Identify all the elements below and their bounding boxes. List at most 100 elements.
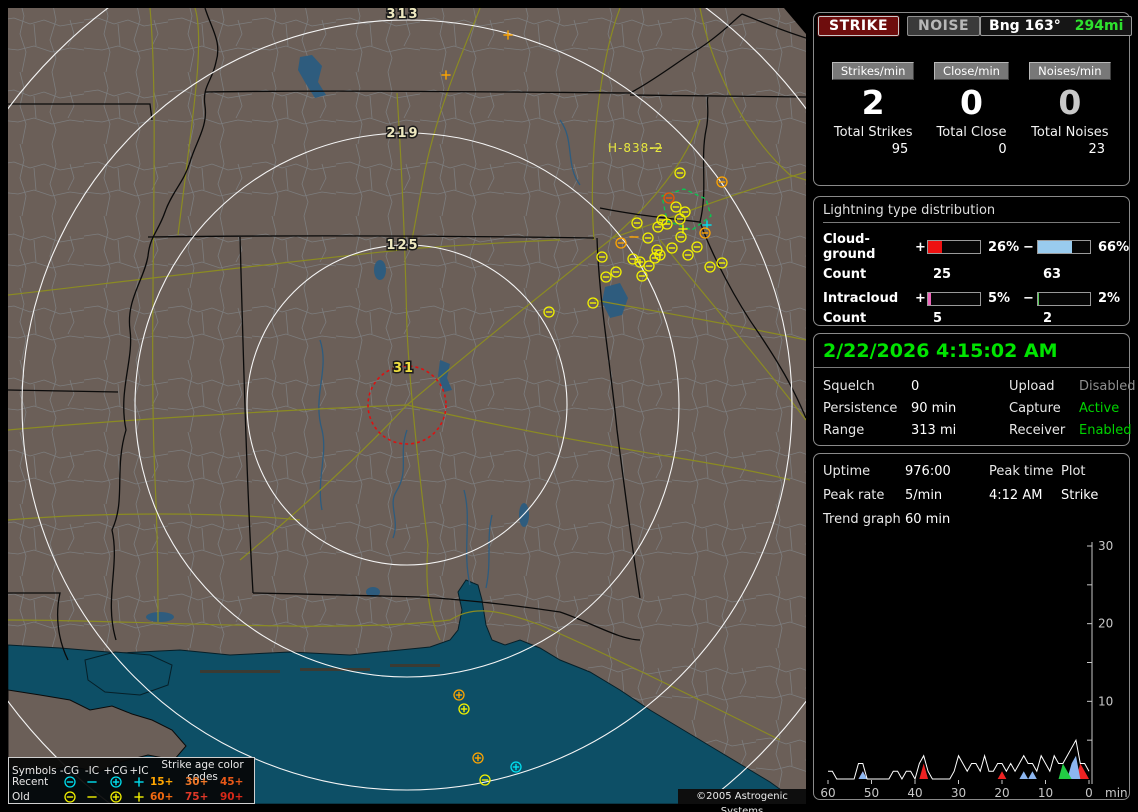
ring-label: 31 (393, 361, 415, 376)
y-tick-label: 30 (1098, 539, 1113, 553)
status-value: 313 mi (911, 423, 957, 438)
range-value: 294mi (1074, 18, 1124, 34)
plus-sign: + (915, 239, 926, 255)
peak-rate-value: 5/min (905, 488, 943, 503)
lightning-map[interactable]: H-838-2 31321912531 (8, 8, 806, 804)
legend-row-old: Old 60+ 75+ 90+ (12, 789, 255, 804)
age-code: 15+ (150, 775, 174, 788)
total-strikes-value: 95 (891, 142, 909, 157)
x-tick-label: 50 (864, 786, 879, 799)
strikes-per-min-value: 2 (861, 83, 885, 122)
strike-button[interactable]: STRIKE (816, 15, 901, 37)
minus-sign: − (1023, 239, 1034, 255)
trend-graph: 10 20 30 60 50 40 30 20 10 0 min (820, 539, 1128, 800)
app-window: H-838-2 313 219 125 31 Symbols -CG -IC +CG … (0, 0, 1138, 812)
ic-plus-pct: 5% (988, 291, 1011, 306)
intracloud-row: Intracloud + 5% − 2% (823, 291, 1120, 306)
cg-plus-bar (927, 240, 981, 254)
noise-button[interactable]: NOISE (907, 16, 981, 36)
legend-p-symbol (128, 775, 150, 789)
trend-panel: Uptime 976:00 Peak time Plot Peak rate 5… (813, 453, 1130, 800)
copyright: ©2005 Astrogenic Systems (678, 789, 806, 812)
x-tick-label: 30 (951, 786, 966, 799)
count-label: Count (823, 267, 867, 282)
legend-row-label: Recent (12, 775, 49, 788)
status-label: Upload (1009, 379, 1055, 394)
bearing-readout: Bng 163° 294mi (980, 16, 1133, 36)
strike-symbol (63, 790, 76, 803)
trend-series-CG- strikes (828, 755, 1089, 779)
legend-row-label: Old (12, 790, 30, 803)
total-noises-label: Total Noises (1031, 125, 1109, 140)
cg-minus-count: 63 (1043, 267, 1062, 282)
strike-symbol (63, 775, 76, 788)
age-code: 45+ (220, 775, 244, 788)
plot-value: Strike (1061, 488, 1099, 503)
distribution-panel: Lightning type distribution Cloud-ground… (813, 196, 1130, 326)
x-tick-label: 10 (1038, 786, 1053, 799)
cg-minus-bar (1037, 240, 1091, 254)
total-strikes-label: Total Strikes (833, 125, 913, 140)
close-per-min-value: 0 (960, 83, 983, 122)
status-value: 90 min (911, 401, 957, 416)
ic-minus-count: 2 (1043, 311, 1053, 326)
status-state: Enabled (1079, 423, 1132, 438)
status-state: Disabled (1079, 379, 1136, 394)
cloud-ground-label: Cloud-ground (823, 232, 876, 262)
legend-row-recent: Recent 15+ 30+ 45+ (12, 774, 255, 789)
bearing-value: Bng 163° (989, 18, 1061, 34)
minus-sign: − (1023, 291, 1034, 306)
age-code: 30+ (185, 775, 209, 788)
status-grid: Squelch 0 Upload Disabled Persistence 90 min C… (814, 368, 1135, 438)
peak-time-value: 4:12 AM (989, 488, 1043, 503)
trend-total-line (828, 738, 1090, 781)
datetime: 2/22/2026 4:15:02 AM (814, 334, 1129, 368)
x-tick-label: 0 (1085, 786, 1093, 799)
ring-label: 313 (386, 8, 419, 22)
strikes-per-min-button[interactable]: Strikes/min (831, 62, 915, 80)
x-tick-label: 20 (994, 786, 1009, 799)
counter-panel: STRIKE NOISE Bng 163° 294mi Strikes/min 2… (813, 12, 1133, 186)
cg-plus-pct: 26% (988, 239, 1020, 255)
strikes-counter: Strikes/min 2 Total Strikes 95 (824, 60, 922, 157)
legend-m-symbol (81, 775, 103, 789)
uptime-label: Uptime (823, 464, 871, 479)
cg-plus-count: 25 (933, 267, 952, 282)
status-label: Persistence (823, 401, 898, 416)
status-label: Range (823, 423, 865, 438)
intracloud-counts: Count 5 2 (823, 311, 1120, 326)
cloud-ground-row: Cloud-ground + 26% − 66% (823, 232, 1129, 262)
cloud-ground-counts: Count 25 63 (823, 267, 1120, 282)
strike-symbol (134, 776, 144, 787)
strike-symbol (109, 790, 122, 803)
age-code: 75+ (185, 790, 209, 803)
map-legend: Symbols -CG -IC +CG +IC Strike age color… (8, 757, 255, 804)
legend-cm-symbol (58, 790, 81, 804)
distribution-title: Lightning type distribution (823, 203, 1120, 223)
peak-rate-label: Peak rate (823, 488, 885, 503)
plot-label: Plot (1061, 464, 1086, 479)
y-tick-label: 10 (1098, 694, 1113, 708)
y-tick-label: 20 (1098, 617, 1113, 631)
legend-cm-symbol (58, 775, 81, 789)
x-axis-unit: min (1105, 786, 1128, 799)
noises-per-min-button[interactable]: Noises/min (1029, 62, 1111, 80)
status-value: 0 (911, 379, 920, 394)
age-code: 90+ (220, 790, 244, 803)
status-label: Capture (1009, 401, 1061, 416)
legend-p-symbol (128, 790, 150, 804)
plus-sign: + (915, 291, 926, 306)
close-counter: Close/min 0 Total Close 0 (922, 60, 1020, 157)
ic-plus-count: 5 (933, 311, 943, 326)
legend-m-symbol (81, 790, 103, 804)
status-state: Active (1079, 401, 1120, 416)
close-per-min-button[interactable]: Close/min (934, 62, 1009, 80)
status-label: Receiver (1009, 423, 1066, 438)
intracloud-label: Intracloud (823, 291, 899, 306)
total-noises-value: 23 (1088, 142, 1105, 157)
legend-cp-symbol (103, 790, 128, 804)
age-code: 60+ (150, 790, 174, 803)
ic-minus-bar (1037, 291, 1091, 306)
ring-label: 219 (386, 126, 419, 141)
status-label: Squelch (823, 379, 875, 394)
